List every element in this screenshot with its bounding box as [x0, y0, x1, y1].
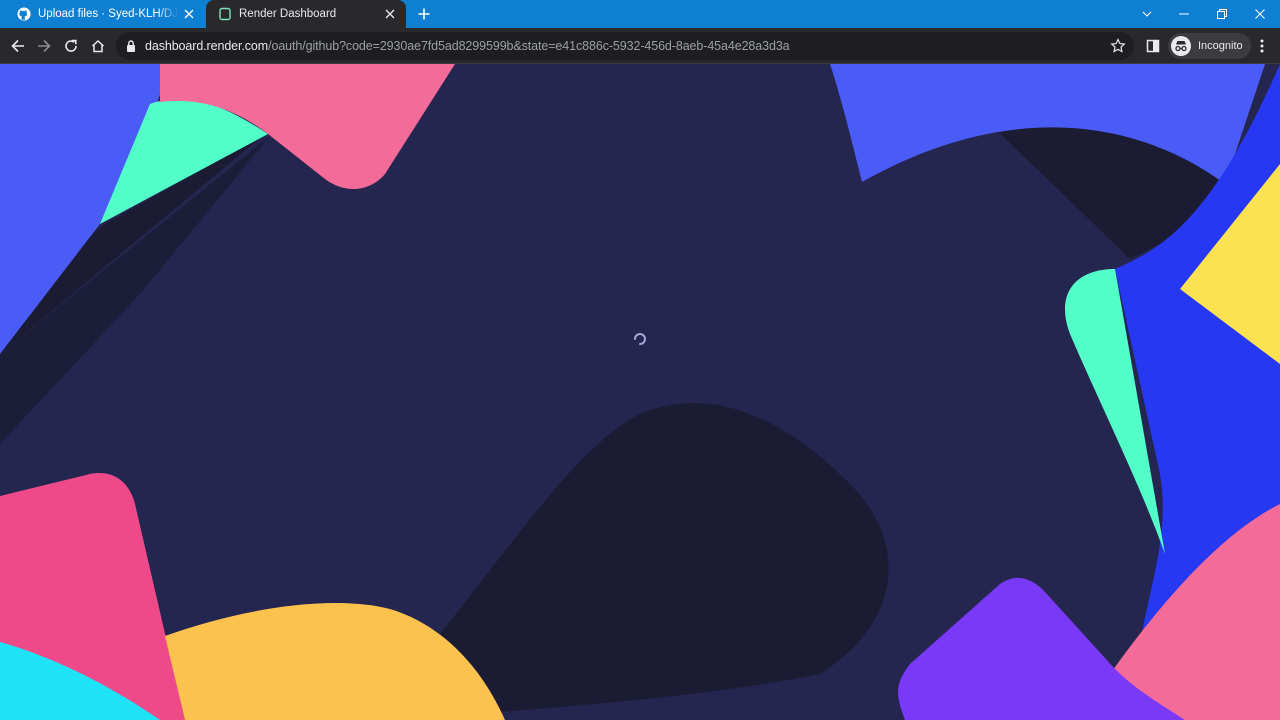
tab-search-button[interactable] [1128, 0, 1166, 28]
restore-icon [1217, 9, 1227, 19]
minimize-button[interactable] [1165, 0, 1203, 28]
incognito-icon [1171, 36, 1191, 56]
loading-spinner-icon [634, 333, 646, 345]
plus-icon [418, 8, 430, 20]
side-panel-icon [1146, 39, 1160, 53]
forward-button[interactable] [32, 34, 56, 58]
reload-icon [65, 39, 77, 52]
more-vertical-icon [1260, 39, 1264, 53]
github-icon [17, 7, 31, 21]
restore-button[interactable] [1203, 0, 1241, 28]
arrow-right-icon [38, 39, 51, 53]
decorative-background [0, 64, 1280, 720]
home-button[interactable] [86, 34, 110, 58]
minimize-icon [1179, 13, 1189, 15]
close-tab-icon[interactable] [380, 4, 400, 24]
bookmark-star-icon[interactable] [1110, 38, 1126, 54]
page-viewport [0, 64, 1280, 720]
close-tab-icon[interactable] [179, 4, 199, 24]
url-path: /oauth/github?code=2930ae7fd5ad8299599b&… [268, 39, 790, 53]
tab-render-dashboard[interactable]: Render Dashboard [206, 0, 406, 28]
tab-upload-files[interactable]: Upload files · Syed-KLH/DJANGO [0, 0, 205, 28]
url-host: dashboard.render.com [145, 39, 269, 53]
back-button[interactable] [6, 34, 30, 58]
reload-button[interactable] [59, 34, 83, 58]
tab-title: Render Dashboard [239, 8, 337, 20]
browser-toolbar: dashboard.render.com/oauth/github?code=2… [0, 28, 1280, 64]
new-tab-button[interactable] [414, 4, 434, 24]
tab-title: Upload files · Syed-KLH/DJANGO [38, 8, 179, 20]
close-icon [1255, 9, 1265, 19]
chevron-down-icon [1142, 11, 1152, 17]
lock-icon [127, 40, 135, 52]
render-icon [218, 7, 232, 21]
arrow-left-icon [11, 39, 24, 53]
incognito-indicator[interactable]: Incognito [1168, 33, 1251, 59]
browser-menu-button[interactable] [1250, 34, 1274, 58]
close-window-button[interactable] [1241, 0, 1279, 28]
url-text: dashboard.render.com/oauth/github?code=2… [145, 39, 790, 53]
address-bar[interactable]: dashboard.render.com/oauth/github?code=2… [116, 32, 1134, 60]
incognito-label: Incognito [1198, 40, 1243, 52]
home-icon [91, 39, 105, 53]
side-panel-button[interactable] [1141, 34, 1165, 58]
tab-strip: Upload files · Syed-KLH/DJANGO Render Da… [0, 0, 1280, 28]
